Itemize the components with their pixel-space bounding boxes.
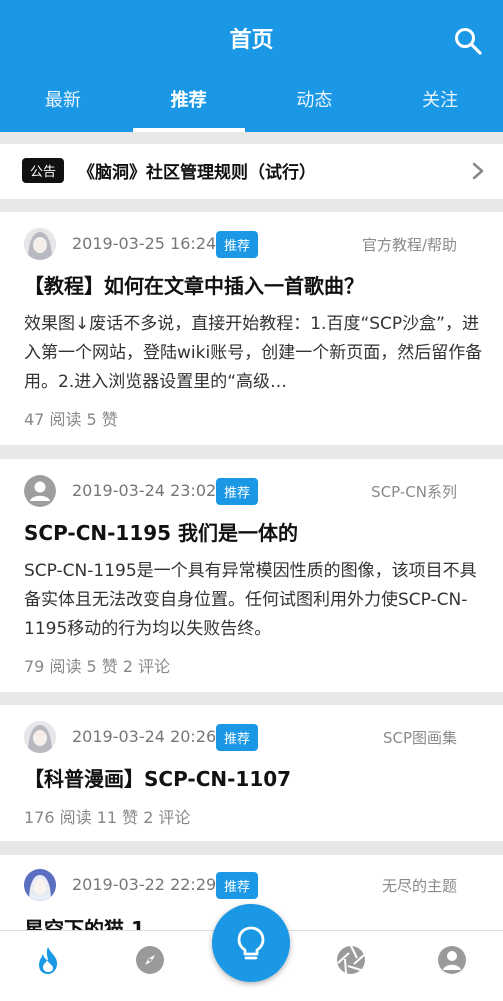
create-post-button[interactable]: [212, 904, 290, 982]
announcement-badge: 公告: [22, 158, 65, 183]
post-card[interactable]: 2019-03-25 16:24 推荐 官方教程/帮助 【教程】如何在文章中插入…: [0, 212, 503, 445]
post-category[interactable]: 官方教程/帮助: [362, 234, 457, 255]
user-icon[interactable]: [437, 945, 467, 975]
post-datetime: 2019-03-24 20:26: [72, 727, 217, 746]
avatar[interactable]: [24, 721, 56, 753]
aperture-icon[interactable]: [336, 945, 366, 975]
avatar-anime-icon: [24, 228, 56, 260]
recommend-tag: 推荐: [216, 231, 259, 258]
recommend-tag: 推荐: [216, 724, 259, 751]
tab-latest[interactable]: 最新: [0, 78, 126, 132]
post-title: SCP-CN-1195 我们是一体的: [24, 521, 299, 545]
post-excerpt: 效果图↓废话不多说，直接开始教程：1.百度“SCP沙盒”，进入第一个网站，登陆w…: [24, 314, 483, 392]
avatar[interactable]: [24, 228, 56, 260]
post-excerpt: SCP-CN-1195是一个具有异常模因性质的图像，该项目不具备实体且无法改变自…: [24, 561, 477, 639]
post-card[interactable]: 2019-03-24 23:02 推荐 SCP-CN系列 SCP-CN-1195…: [0, 459, 503, 692]
chevron-right-icon: [472, 162, 484, 180]
tab-activity[interactable]: 动态: [252, 78, 378, 132]
post-datetime: 2019-03-22 22:29: [72, 875, 217, 894]
post-title: 【教程】如何在文章中插入一首歌曲？: [24, 274, 364, 298]
announcement-bar[interactable]: 公告 《脑洞》社区管理规则（试行）: [0, 144, 503, 199]
post-category[interactable]: 无尽的主题: [382, 875, 457, 896]
post-stats: 176 阅读 11 赞 2 评论: [24, 808, 191, 827]
flame-icon[interactable]: [33, 945, 63, 975]
post-stats: 79 阅读 5 赞 2 评论: [24, 657, 171, 676]
app-header: 首页 最新 推荐 动态 关注: [0, 0, 503, 132]
compass-icon[interactable]: [135, 945, 165, 975]
tab-bar: 最新 推荐 动态 关注: [0, 78, 503, 132]
page-title: 首页: [229, 28, 274, 53]
tab-following[interactable]: 关注: [377, 78, 503, 132]
avatar[interactable]: [24, 869, 56, 901]
search-icon[interactable]: [453, 26, 483, 56]
avatar-anime-icon: [24, 869, 56, 901]
announcement-text: 《脑洞》社区管理规则（试行）: [78, 163, 316, 183]
recommend-tag: 推荐: [216, 872, 259, 899]
default-avatar-icon: [24, 475, 56, 507]
tab-recommended[interactable]: 推荐: [126, 78, 252, 132]
recommend-tag: 推荐: [216, 478, 259, 505]
post-title: 【科普漫画】SCP-CN-1107: [24, 767, 292, 791]
post-card[interactable]: 2019-03-24 20:26 推荐 SCP图画集 【科普漫画】SCP-CN-…: [0, 705, 503, 841]
post-category[interactable]: SCP图画集: [383, 727, 457, 748]
lightbulb-icon: [237, 926, 265, 960]
avatar-anime-icon: [24, 721, 56, 753]
post-datetime: 2019-03-25 16:24: [72, 234, 217, 253]
post-datetime: 2019-03-24 23:02: [72, 481, 217, 500]
post-category[interactable]: SCP-CN系列: [371, 481, 457, 502]
post-stats: 47 阅读 5 赞: [24, 410, 118, 429]
avatar[interactable]: [24, 475, 56, 507]
